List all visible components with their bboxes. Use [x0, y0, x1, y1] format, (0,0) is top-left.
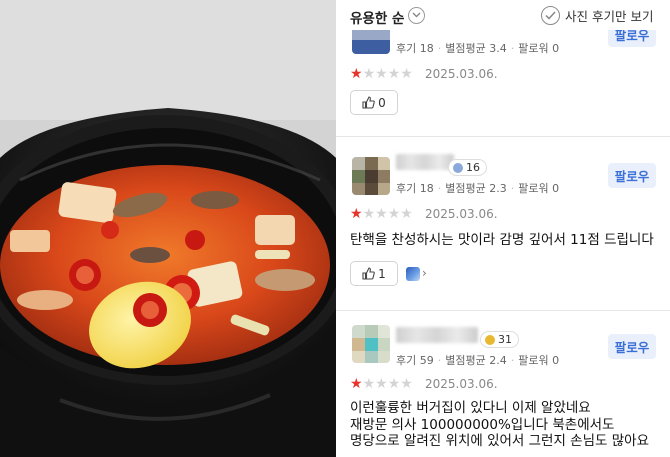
- like-count: 1: [378, 266, 386, 281]
- review-item: 16 후기 18 · 별점평균 2.3 · 팔로워 0 팔로우 ★ ★ ★ ★ ★ 2025.0…: [336, 137, 670, 310]
- star-icon: ★: [362, 376, 376, 392]
- level-badge: 31: [480, 331, 519, 348]
- review-text-line: 명당으로 알려진 위치에 있어서 그런지 손님도 많아요: [350, 433, 649, 449]
- follower-count: 팔로워 0: [518, 354, 560, 367]
- kimchi-stew-illustration: [0, 0, 336, 457]
- star-icon: ★: [400, 66, 413, 82]
- avatar[interactable]: [352, 325, 390, 363]
- average-rating: 별점평균 2.4: [445, 354, 507, 367]
- star-icon: ★: [375, 206, 388, 222]
- star-icon: ★: [350, 376, 363, 392]
- follower-count: 팔로워 0: [518, 182, 560, 195]
- follow-button[interactable]: 팔로우: [608, 334, 656, 359]
- thumbs-up-icon: [362, 267, 375, 280]
- review-text-line: 이런훌륭한 버거집이 있다니 이제 알았네요: [350, 400, 591, 416]
- review-date: 2025.03.06.: [425, 207, 498, 221]
- more-arrow-icon[interactable]: ›: [422, 266, 427, 280]
- reviewer-stats: 후기 59 · 별점평균 2.4 · 팔로워 0: [396, 354, 560, 367]
- level-icon: [485, 334, 495, 345]
- star-icon: ★: [350, 66, 363, 82]
- star-icon: ★: [350, 206, 363, 222]
- average-rating: 별점평균 3.4: [445, 42, 507, 55]
- star-icon: ★: [400, 376, 413, 392]
- average-rating: 별점평균 2.3: [445, 182, 507, 195]
- review-date: 2025.03.06.: [425, 67, 498, 81]
- photo-only-toggle[interactable]: 사진 후기만 보기: [541, 5, 653, 25]
- reviewer-name[interactable]: [396, 327, 478, 343]
- star-icon: ★: [400, 206, 413, 222]
- star-icon: ★: [362, 66, 376, 82]
- sort-bar: 유용한 순 사진 후기만 보기: [336, 0, 670, 30]
- review-text: 탄핵을 찬성하시는 맛이라 감명 깊어서 11점 드립니다: [350, 232, 654, 249]
- star-rating: ★ ★ ★ ★ ★: [350, 377, 413, 391]
- review-text-line: 재방문 의사 100000000%입니다 북촌에서도: [350, 416, 615, 433]
- like-button[interactable]: 0: [350, 90, 398, 115]
- review-text-line: 탄핵을 찬성하시는 맛이라 감명 깊어서 11점 드립니다: [350, 232, 654, 248]
- star-icon: ★: [375, 66, 388, 82]
- follow-button[interactable]: 팔로우: [608, 163, 656, 188]
- star-rating: ★ ★ ★ ★ ★: [350, 67, 413, 81]
- chevron-down-icon[interactable]: [408, 7, 425, 24]
- reviewer-thumbnail[interactable]: [406, 267, 420, 281]
- star-icon: ★: [387, 66, 401, 82]
- review-text: 이런훌륭한 버거집이 있다니 이제 알았네요 재방문 의사 100000000%…: [350, 400, 649, 450]
- photo-only-label: 사진 후기만 보기: [565, 8, 654, 24]
- review-count: 후기 18: [396, 42, 434, 55]
- reviewer-name[interactable]: [396, 154, 454, 170]
- review-count: 후기 59: [396, 354, 434, 367]
- review-list-panel: 유용한 순 사진 후기만 보기 후기 18 · 별점평균 3.4 · 팔로워 0 팔로우…: [336, 0, 670, 457]
- sort-dropdown-label[interactable]: 유용한 순: [350, 7, 404, 27]
- review-item: 31 후기 59 · 별점평균 2.4 · 팔로워 0 팔로우 ★ ★ ★ ★ ★ 2025.0…: [336, 311, 670, 457]
- like-count: 0: [378, 95, 386, 110]
- star-icon: ★: [375, 376, 388, 392]
- star-icon: ★: [387, 206, 401, 222]
- follower-count: 팔로워 0: [518, 42, 560, 55]
- like-button[interactable]: 1: [350, 261, 398, 286]
- reviewer-stats: 후기 18 · 별점평균 3.4 · 팔로워 0: [396, 42, 560, 55]
- level-icon: [453, 162, 463, 173]
- level-number: 16: [466, 161, 480, 174]
- star-icon: ★: [387, 376, 401, 392]
- check-circle-icon[interactable]: [541, 5, 560, 25]
- star-icon: ★: [362, 206, 376, 222]
- level-number: 31: [498, 333, 512, 346]
- food-photo: [0, 0, 336, 457]
- avatar[interactable]: [352, 157, 390, 195]
- thumbs-up-icon: [362, 96, 375, 109]
- level-badge: 16: [448, 159, 487, 176]
- star-rating: ★ ★ ★ ★ ★: [350, 207, 413, 221]
- reviewer-stats: 후기 18 · 별점평균 2.3 · 팔로워 0: [396, 182, 560, 195]
- review-count: 후기 18: [396, 182, 434, 195]
- review-date: 2025.03.06.: [425, 377, 498, 391]
